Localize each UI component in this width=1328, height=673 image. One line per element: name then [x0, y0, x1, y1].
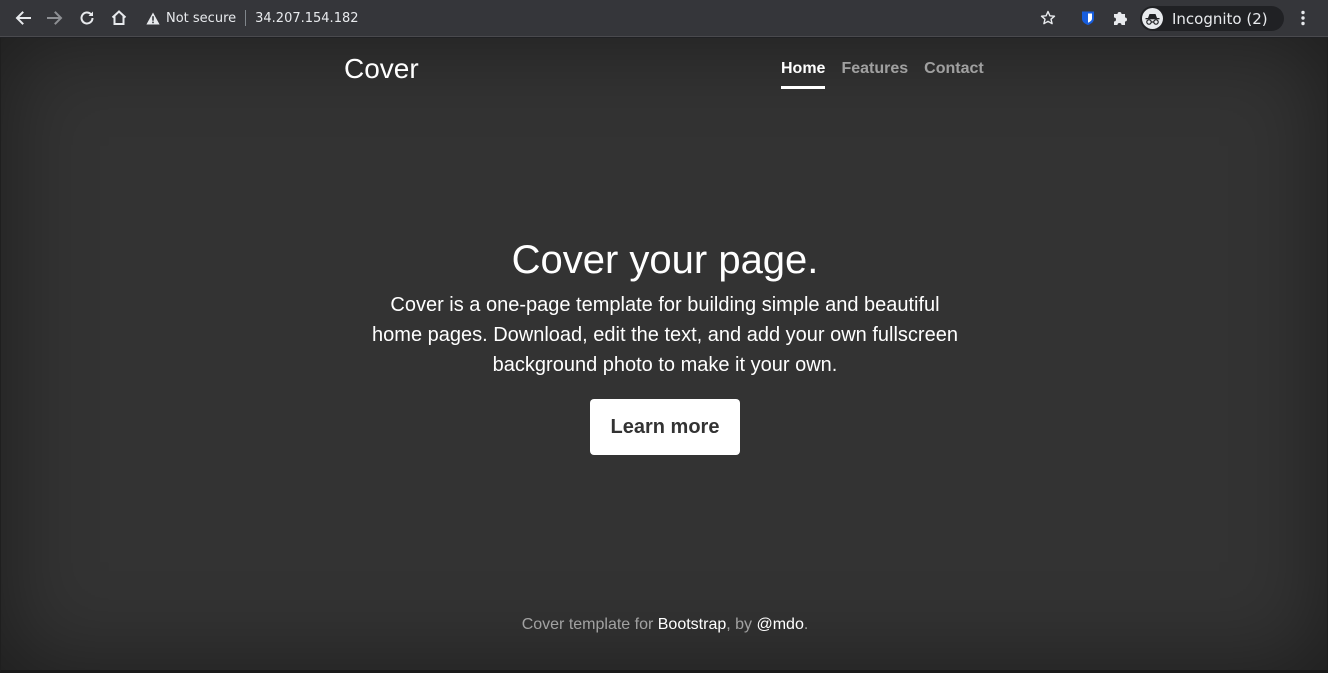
warning-icon: [146, 12, 160, 24]
browser-toolbar: Not secure 34.207.154.182 Incognito (2): [0, 0, 1328, 37]
forward-icon: [47, 11, 63, 25]
incognito-icon: [1145, 13, 1160, 25]
footer-suffix: .: [803, 616, 809, 633]
hero-title: Cover your page.: [511, 238, 819, 282]
nav-link-home[interactable]: Home: [781, 60, 826, 89]
hero-lead: Cover is a one-page template for buildin…: [372, 294, 958, 376]
home-icon: [111, 10, 127, 25]
footer-prefix: Cover template for: [521, 616, 658, 633]
forward-button[interactable]: [43, 6, 67, 30]
bitwarden-icon: [1082, 11, 1094, 25]
home-button[interactable]: [107, 6, 131, 30]
nav-link-contact[interactable]: Contact: [924, 60, 984, 89]
address-bar[interactable]: Not secure 34.207.154.182: [146, 5, 359, 31]
security-label[interactable]: Not secure: [166, 11, 236, 26]
back-icon: [15, 11, 31, 25]
footer-link-bootstrap[interactable]: Bootstrap: [658, 616, 726, 633]
nav-link-features[interactable]: Features: [841, 60, 908, 89]
url-separator: [245, 10, 247, 26]
footer-middle: , by: [726, 616, 757, 633]
incognito-profile-button[interactable]: Incognito (2): [1140, 6, 1284, 31]
star-icon: [1040, 10, 1056, 25]
incognito-avatar: [1142, 8, 1163, 29]
extensions-button[interactable]: [1108, 6, 1132, 30]
bookmark-button[interactable]: [1036, 6, 1060, 30]
main-nav: Home Features Contact: [781, 60, 1000, 89]
menu-icon: [1301, 10, 1305, 26]
reload-button[interactable]: [75, 6, 99, 30]
learn-more-button[interactable]: Learn more: [590, 399, 740, 455]
footer-link-mdo[interactable]: @mdo: [756, 616, 803, 633]
brand-title: Cover: [344, 53, 419, 84]
page-viewport: Cover Home Features Contact Cover your p…: [0, 38, 1328, 673]
reload-icon: [80, 11, 94, 25]
hero-section: Cover your page. Cover is a one-page tem…: [1, 236, 1328, 455]
url-text[interactable]: 34.207.154.182: [255, 11, 358, 26]
back-button[interactable]: [11, 6, 35, 30]
incognito-label: Incognito (2): [1172, 9, 1268, 28]
bitwarden-extension-button[interactable]: [1076, 6, 1100, 30]
extensions-icon: [1114, 12, 1127, 25]
footer: Cover template for Bootstrap, by @mdo.: [1, 616, 1328, 634]
browser-menu-button[interactable]: [1291, 6, 1315, 30]
